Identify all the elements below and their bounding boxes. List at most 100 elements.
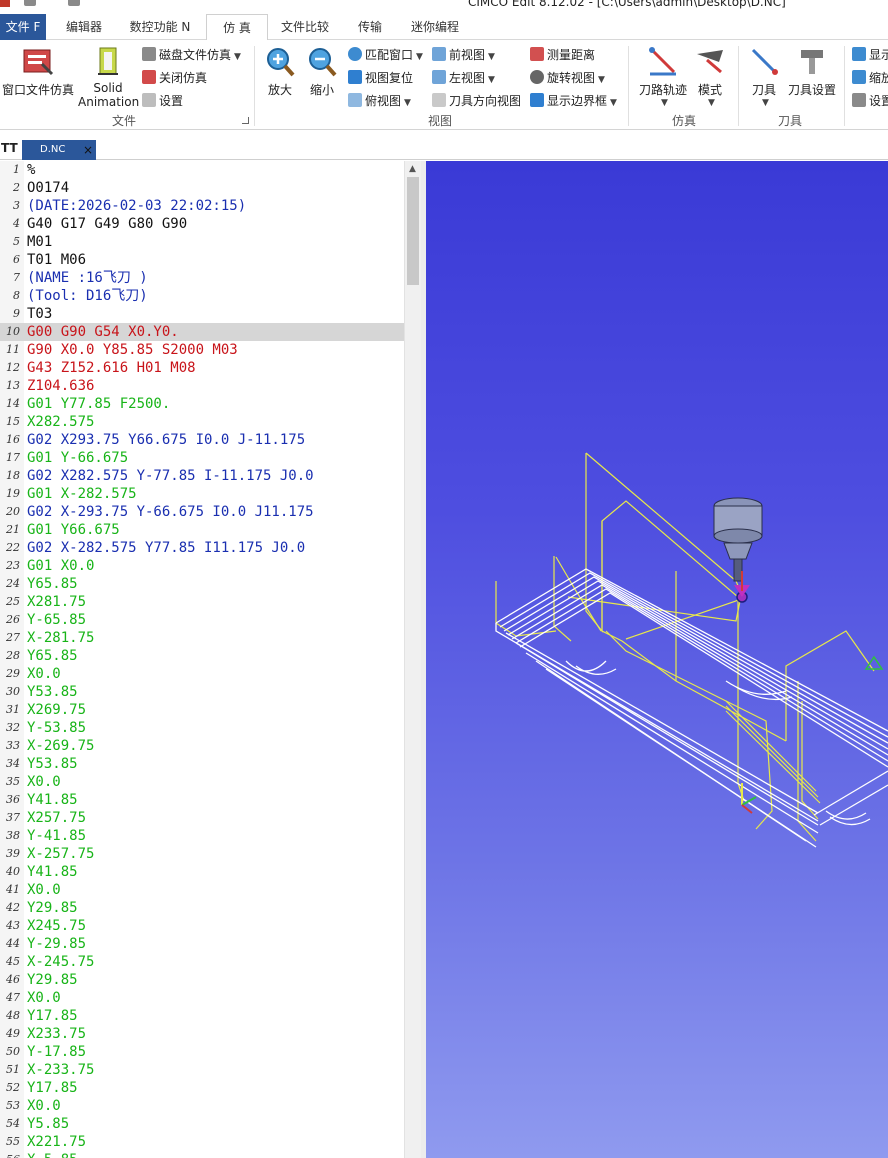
toolpath-button[interactable]: 刀路轨迹 ▼ bbox=[634, 46, 692, 108]
code-line[interactable]: 23 G01 X0.0 bbox=[0, 557, 404, 575]
code-line[interactable]: 48 Y17.85 bbox=[0, 1007, 404, 1025]
code-line[interactable]: 44 Y-29.85 bbox=[0, 935, 404, 953]
tab-editor[interactable]: 编辑器 bbox=[54, 14, 114, 40]
fit-window-button[interactable]: 匹配窗口 ▼ bbox=[348, 45, 423, 65]
code-line[interactable]: 49 X233.75 bbox=[0, 1025, 404, 1043]
code-line[interactable]: 54 Y5.85 bbox=[0, 1115, 404, 1133]
display-button[interactable]: 显示 bbox=[852, 45, 888, 65]
code-line[interactable]: 27 X-281.75 bbox=[0, 629, 404, 647]
document-tab-label: D.NC bbox=[40, 144, 66, 155]
code-line[interactable]: 30 Y53.85 bbox=[0, 683, 404, 701]
code-line[interactable]: 36 Y41.85 bbox=[0, 791, 404, 809]
tool-button[interactable]: 刀具 ▼ bbox=[744, 46, 784, 108]
code-line[interactable]: 11 G90 X0.0 Y85.85 S2000 M03 bbox=[0, 341, 404, 359]
code-editor[interactable]: 1% 2 O0174 3 (DATE:2026-02-03 22:02:15) 4 G40 … bbox=[0, 161, 425, 1158]
close-icon[interactable]: × bbox=[83, 140, 93, 160]
code-line[interactable]: 10 G00 G90 G54 X0.Y0. bbox=[0, 323, 404, 341]
code-line[interactable]: 51 X-233.75 bbox=[0, 1061, 404, 1079]
left-view-button[interactable]: 左视图 ▼ bbox=[432, 68, 495, 88]
code-line[interactable]: 39 X-257.75 bbox=[0, 845, 404, 863]
code-line[interactable]: 41 X0.0 bbox=[0, 881, 404, 899]
code-line[interactable]: 38 Y-41.85 bbox=[0, 827, 404, 845]
code-line[interactable]: 7 (NAME :16飞刀 ) bbox=[0, 269, 404, 287]
code-line[interactable]: 21 G01 Y66.675 bbox=[0, 521, 404, 539]
code-line[interactable]: 43 X245.75 bbox=[0, 917, 404, 935]
file-group-launcher-icon[interactable] bbox=[242, 117, 249, 124]
tool-settings-button[interactable]: 刀具设置 bbox=[786, 46, 838, 98]
tab-nc-functions[interactable]: 数控功能 N bbox=[120, 14, 200, 40]
code-line[interactable]: 19 G01 X-282.575 bbox=[0, 485, 404, 503]
code-line[interactable]: 9 T03 bbox=[0, 305, 404, 323]
code-line[interactable]: 8 (Tool: D16飞刀) bbox=[0, 287, 404, 305]
code-text: X-5.85 bbox=[27, 1151, 78, 1158]
top-view-button[interactable]: 俯视图 ▼ bbox=[348, 91, 411, 111]
scrollbar-thumb[interactable] bbox=[407, 177, 419, 285]
front-view-button[interactable]: 前视图 ▼ bbox=[432, 45, 495, 65]
code-line[interactable]: 32 Y-53.85 bbox=[0, 719, 404, 737]
code-line[interactable]: 40 Y41.85 bbox=[0, 863, 404, 881]
code-line[interactable]: 55 X221.75 bbox=[0, 1133, 404, 1151]
window-sim-button[interactable]: 窗口文件仿真 bbox=[0, 46, 76, 98]
extra-settings-button[interactable]: 设置 bbox=[852, 91, 888, 111]
code-line[interactable]: 33 X-269.75 bbox=[0, 737, 404, 755]
code-line[interactable]: 45 X-245.75 bbox=[0, 953, 404, 971]
tab-file-compare[interactable]: 文件比较 bbox=[272, 14, 338, 40]
code-line[interactable]: 34 Y53.85 bbox=[0, 755, 404, 773]
disk-sim-button[interactable]: 磁盘文件仿真 ▼ bbox=[142, 45, 241, 65]
code-line[interactable]: 24 Y65.85 bbox=[0, 575, 404, 593]
tab-transfer[interactable]: 传输 bbox=[344, 14, 396, 40]
code-text: Y41.85 bbox=[27, 864, 78, 880]
code-line[interactable]: 31 X269.75 bbox=[0, 701, 404, 719]
code-line[interactable]: 26 Y-65.85 bbox=[0, 611, 404, 629]
code-line[interactable]: 53 X0.0 bbox=[0, 1097, 404, 1115]
document-tab[interactable]: D.NC × bbox=[22, 140, 96, 160]
show-bbox-button[interactable]: 显示边界框 ▼ bbox=[530, 91, 617, 111]
code-line[interactable]: 4 G40 G17 G49 G80 G90 bbox=[0, 215, 404, 233]
code-line[interactable]: 50 Y-17.85 bbox=[0, 1043, 404, 1061]
quick-access-open-icon[interactable] bbox=[68, 0, 80, 6]
zoom-out-button[interactable]: 缩小 bbox=[304, 46, 340, 98]
solid-animation-button[interactable]: Solid Animation bbox=[78, 46, 139, 109]
code-line[interactable]: 15 X282.575 bbox=[0, 413, 404, 431]
code-line[interactable]: 3 (DATE:2026-02-03 22:02:15) bbox=[0, 197, 404, 215]
tab-mini-programming[interactable]: 迷你编程 bbox=[402, 14, 468, 40]
code-line[interactable]: 52 Y17.85 bbox=[0, 1079, 404, 1097]
quick-access-save-icon[interactable] bbox=[24, 0, 36, 6]
code-line[interactable]: 25 X281.75 bbox=[0, 593, 404, 611]
code-line[interactable]: 13 Z104.636 bbox=[0, 377, 404, 395]
code-line[interactable]: 20 G02 X-293.75 Y-66.675 I0.0 J11.175 bbox=[0, 503, 404, 521]
code-line[interactable]: 17 G01 Y-66.675 bbox=[0, 449, 404, 467]
mode-button[interactable]: 模式 ▼ bbox=[690, 46, 730, 108]
code-line[interactable]: 28 Y65.85 bbox=[0, 647, 404, 665]
rotate-view-button[interactable]: 旋转视图 ▼ bbox=[530, 68, 605, 88]
tab-file[interactable]: 文件 F bbox=[0, 14, 46, 40]
code-line[interactable]: 5 M01 bbox=[0, 233, 404, 251]
code-line[interactable]: 42 Y29.85 bbox=[0, 899, 404, 917]
zoom-in-button[interactable]: 放大 bbox=[262, 46, 298, 98]
code-line[interactable]: 16 G02 X293.75 Y66.675 I0.0 J-11.175 bbox=[0, 431, 404, 449]
code-line[interactable]: 2 O0174 bbox=[0, 179, 404, 197]
code-line[interactable]: 56 X-5.85 bbox=[0, 1151, 404, 1158]
measure-distance-button[interactable]: 测量距离 bbox=[530, 45, 595, 65]
code-line[interactable]: 37 X257.75 bbox=[0, 809, 404, 827]
text-toggle-icon[interactable]: TT bbox=[1, 141, 18, 155]
simulation-viewport[interactable] bbox=[426, 161, 888, 1158]
tool-direction-view-button[interactable]: 刀具方向视图 bbox=[432, 91, 521, 111]
close-sim-button[interactable]: 关闭仿真 bbox=[142, 68, 207, 88]
code-line[interactable]: 35 X0.0 bbox=[0, 773, 404, 791]
code-line[interactable]: 22 G02 X-282.575 Y77.85 I11.175 J0.0 bbox=[0, 539, 404, 557]
scroll-up-icon[interactable]: ▲ bbox=[409, 164, 416, 174]
code-line[interactable]: 18 G02 X282.575 Y-77.85 I-11.175 J0.0 bbox=[0, 467, 404, 485]
code-line[interactable]: 6 T01 M06 bbox=[0, 251, 404, 269]
code-line[interactable]: 46 Y29.85 bbox=[0, 971, 404, 989]
vertical-scrollbar[interactable]: ▲ bbox=[404, 161, 421, 1158]
tab-simulation[interactable]: 仿 真 bbox=[206, 14, 268, 41]
code-line[interactable]: 47 X0.0 bbox=[0, 989, 404, 1007]
code-line[interactable]: 14 G01 Y77.85 F2500. bbox=[0, 395, 404, 413]
code-line[interactable]: 1% bbox=[0, 161, 404, 179]
code-line[interactable]: 12 G43 Z152.616 H01 M08 bbox=[0, 359, 404, 377]
settings-button[interactable]: 设置 bbox=[142, 91, 183, 111]
scale-button[interactable]: 缩放 bbox=[852, 68, 888, 88]
reset-view-button[interactable]: 视图复位 bbox=[348, 68, 413, 88]
code-line[interactable]: 29 X0.0 bbox=[0, 665, 404, 683]
